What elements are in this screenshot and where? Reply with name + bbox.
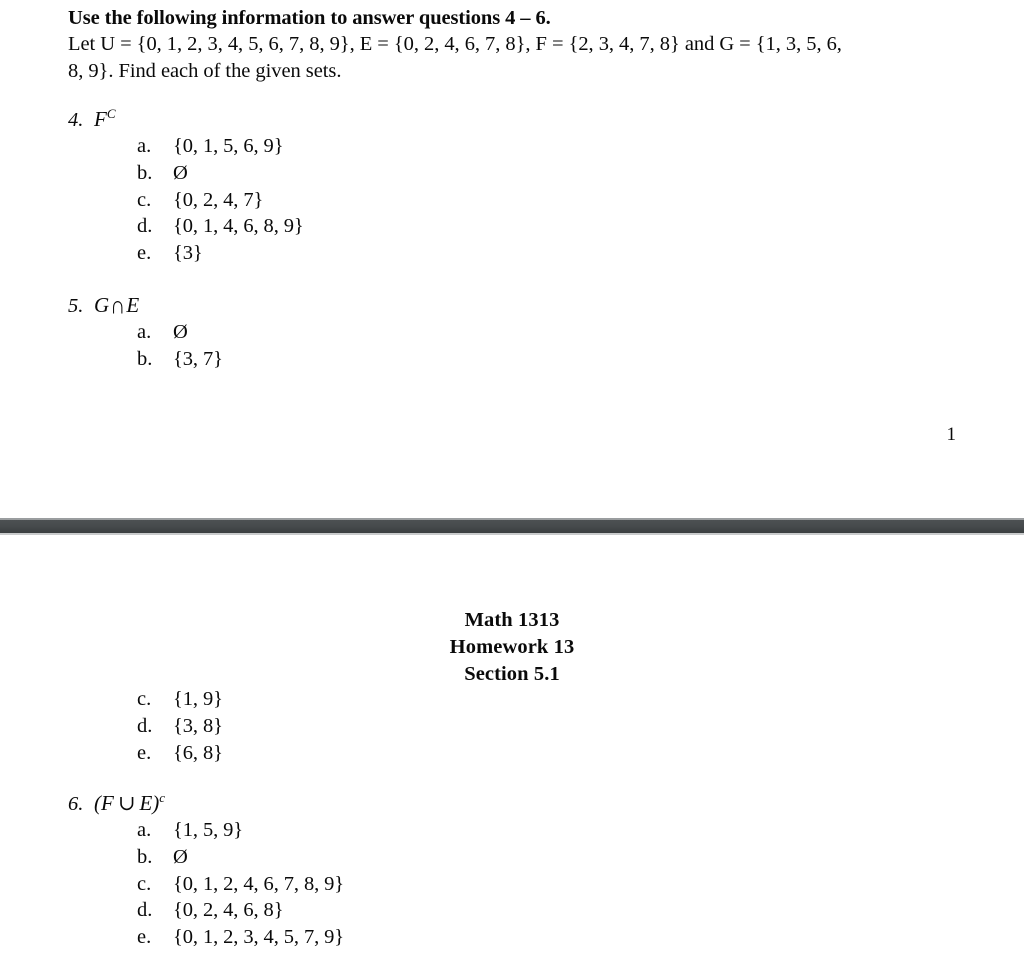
option-item: d. {0, 1, 4, 6, 8, 9} xyxy=(68,213,968,240)
option-value: {3, 7} xyxy=(173,347,223,370)
option-label: c. xyxy=(137,688,152,710)
option-item: c. {0, 1, 2, 4, 6, 7, 8, 9} xyxy=(68,871,968,898)
separator-body xyxy=(0,520,1024,533)
option-value: {3} xyxy=(173,242,203,265)
option-value: {0, 2, 4, 7} xyxy=(173,188,264,211)
option-item: a. Ø xyxy=(68,319,968,346)
question-4-stem: 4. FC xyxy=(68,106,968,133)
document-header: Math 1313 Homework 13 Section 5.1 xyxy=(0,607,1024,687)
question-5-stem: 5. G∩E xyxy=(68,290,968,320)
option-item: a. {1, 5, 9} xyxy=(68,817,968,844)
option-item: a. {0, 1, 5, 6, 9} xyxy=(68,133,968,160)
question-5-options: a. Ø b. {3, 7} xyxy=(68,319,968,373)
option-value: {6, 8} xyxy=(173,741,223,764)
option-label: d. xyxy=(137,215,153,238)
option-item: e. {6, 8} xyxy=(68,740,968,767)
option-value: {0, 1, 2, 4, 6, 7, 8, 9} xyxy=(173,872,345,895)
header-assignment: Homework 13 xyxy=(449,635,575,658)
question-6-set-right: E xyxy=(139,791,153,815)
question-6-stem: 6. (F ∪ E)c xyxy=(68,790,968,817)
option-value: Ø xyxy=(173,845,188,868)
intro-body-line-1: Let U = {0, 1, 2, 3, 4, 5, 6, 7, 8, 9}, … xyxy=(68,33,842,55)
option-label: c. xyxy=(137,188,152,211)
option-value: Ø xyxy=(173,161,188,184)
option-label: a. xyxy=(137,819,152,841)
option-label: d. xyxy=(137,714,153,737)
page-separator xyxy=(0,518,1024,535)
option-label: b. xyxy=(137,845,153,868)
option-value: Ø xyxy=(173,321,188,343)
option-value: {1, 9} xyxy=(173,688,223,710)
question-6-options: a. {1, 5, 9} b. Ø c. {0, 1, 2, 4, 6, 7, 8, … xyxy=(68,817,968,951)
question-6-set-left: F xyxy=(101,791,114,815)
option-label: e. xyxy=(137,741,152,764)
question-5-continued-options: c. {1, 9} d. {3, 8} e. {6, 8} xyxy=(68,686,968,766)
option-value: {3, 8} xyxy=(173,714,223,737)
option-item: c. {1, 9} xyxy=(68,686,968,713)
option-value: {0, 1, 4, 6, 8, 9} xyxy=(173,215,304,238)
option-label: a. xyxy=(137,135,152,157)
option-label: d. xyxy=(137,899,153,922)
question-5-continued: c. {1, 9} d. {3, 8} e. {6, 8} xyxy=(68,686,968,766)
option-label: e. xyxy=(137,242,152,265)
option-item: d. {3, 8} xyxy=(68,713,968,740)
question-6-complement-superscript: c xyxy=(159,790,166,805)
option-item: b. Ø xyxy=(68,160,968,187)
document-page-2: Math 1313 Homework 13 Section 5.1 c. {1, … xyxy=(0,535,1024,977)
header-course: Math 1313 xyxy=(464,609,560,631)
intro-block: Use the following information to answer … xyxy=(68,5,958,84)
question-4-number: 4. xyxy=(68,109,84,131)
union-icon: ∪ xyxy=(117,791,136,815)
option-value: {0, 1, 2, 3, 4, 5, 7, 9} xyxy=(173,926,345,949)
option-value: {1, 5, 9} xyxy=(173,819,244,841)
header-section: Section 5.1 xyxy=(464,662,560,685)
question-5-set-left: G xyxy=(94,293,110,317)
question-6-paren-open: ( xyxy=(94,791,101,815)
intro-body-line-2: 8, 9}. Find each of the given sets. xyxy=(68,59,342,82)
question-4-options: a. {0, 1, 5, 6, 9} b. Ø c. {0, 2, 4, 7} d. {… xyxy=(68,133,968,267)
option-item: c. {0, 2, 4, 7} xyxy=(68,187,968,214)
option-label: c. xyxy=(137,872,152,895)
question-4-complement-superscript: C xyxy=(106,106,116,121)
option-item: d. {0, 2, 4, 6, 8} xyxy=(68,897,968,924)
option-item: b. Ø xyxy=(68,844,968,871)
question-4: 4. FC a. {0, 1, 5, 6, 9} b. Ø c. {0, 2, 4, 7… xyxy=(68,106,968,267)
option-value: {0, 1, 5, 6, 9} xyxy=(173,135,284,157)
intro-heading: Use the following information to answer … xyxy=(68,7,551,29)
intersection-icon: ∩ xyxy=(110,290,126,320)
option-label: b. xyxy=(137,347,153,370)
option-label: e. xyxy=(137,926,152,949)
option-value: {0, 2, 4, 6, 8} xyxy=(173,899,284,922)
option-item: e. {3} xyxy=(68,240,968,267)
question-4-set-symbol: F xyxy=(94,107,107,131)
page-number: 1 xyxy=(946,424,957,445)
question-5-set-right: E xyxy=(126,293,140,317)
question-6: 6. (F ∪ E)c a. {1, 5, 9} b. Ø c. {0, 1, 2, 4, … xyxy=(68,790,968,951)
question-5-number: 5. xyxy=(68,295,84,317)
option-item: e. {0, 1, 2, 3, 4, 5, 7, 9} xyxy=(68,924,968,951)
document-page-1: Use the following information to answer … xyxy=(0,0,1024,518)
option-label: b. xyxy=(137,161,153,184)
option-label: a. xyxy=(137,321,152,343)
question-6-number: 6. xyxy=(68,793,84,815)
option-item: b. {3, 7} xyxy=(68,346,968,373)
question-5: 5. G∩E a. Ø b. {3, 7} xyxy=(68,290,968,373)
